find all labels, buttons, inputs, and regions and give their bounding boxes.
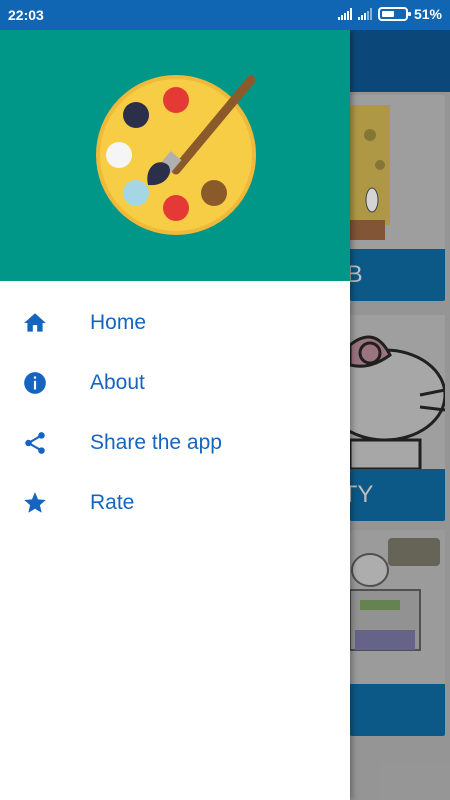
menu-item-rate[interactable]: Rate [0, 473, 350, 533]
battery-percent: 51% [413, 6, 442, 22]
menu-item-home[interactable]: Home [0, 293, 350, 353]
menu-item-label: Share the app [90, 431, 222, 454]
menu-item-label: Home [90, 311, 147, 334]
paint-palette-icon [96, 75, 256, 235]
info-icon [0, 370, 90, 396]
battery-icon [377, 7, 411, 21]
menu-item-label: Rate [90, 491, 135, 514]
signal-icon [357, 8, 372, 20]
share-icon [0, 430, 90, 456]
status-time: 22:03 [8, 7, 44, 23]
status-bar: 22:03 51% [0, 0, 450, 30]
menu-item-label: About [90, 371, 145, 394]
drawer-menu: Home About Share the app Rate [0, 281, 350, 533]
star-icon [0, 490, 90, 516]
drawer-header [0, 30, 350, 281]
navigation-drawer: Home About Share the app Rate [0, 30, 350, 800]
home-icon [0, 310, 90, 336]
signal-icon [337, 8, 352, 20]
menu-item-share[interactable]: Share the app [0, 413, 350, 473]
menu-item-about[interactable]: About [0, 353, 350, 413]
